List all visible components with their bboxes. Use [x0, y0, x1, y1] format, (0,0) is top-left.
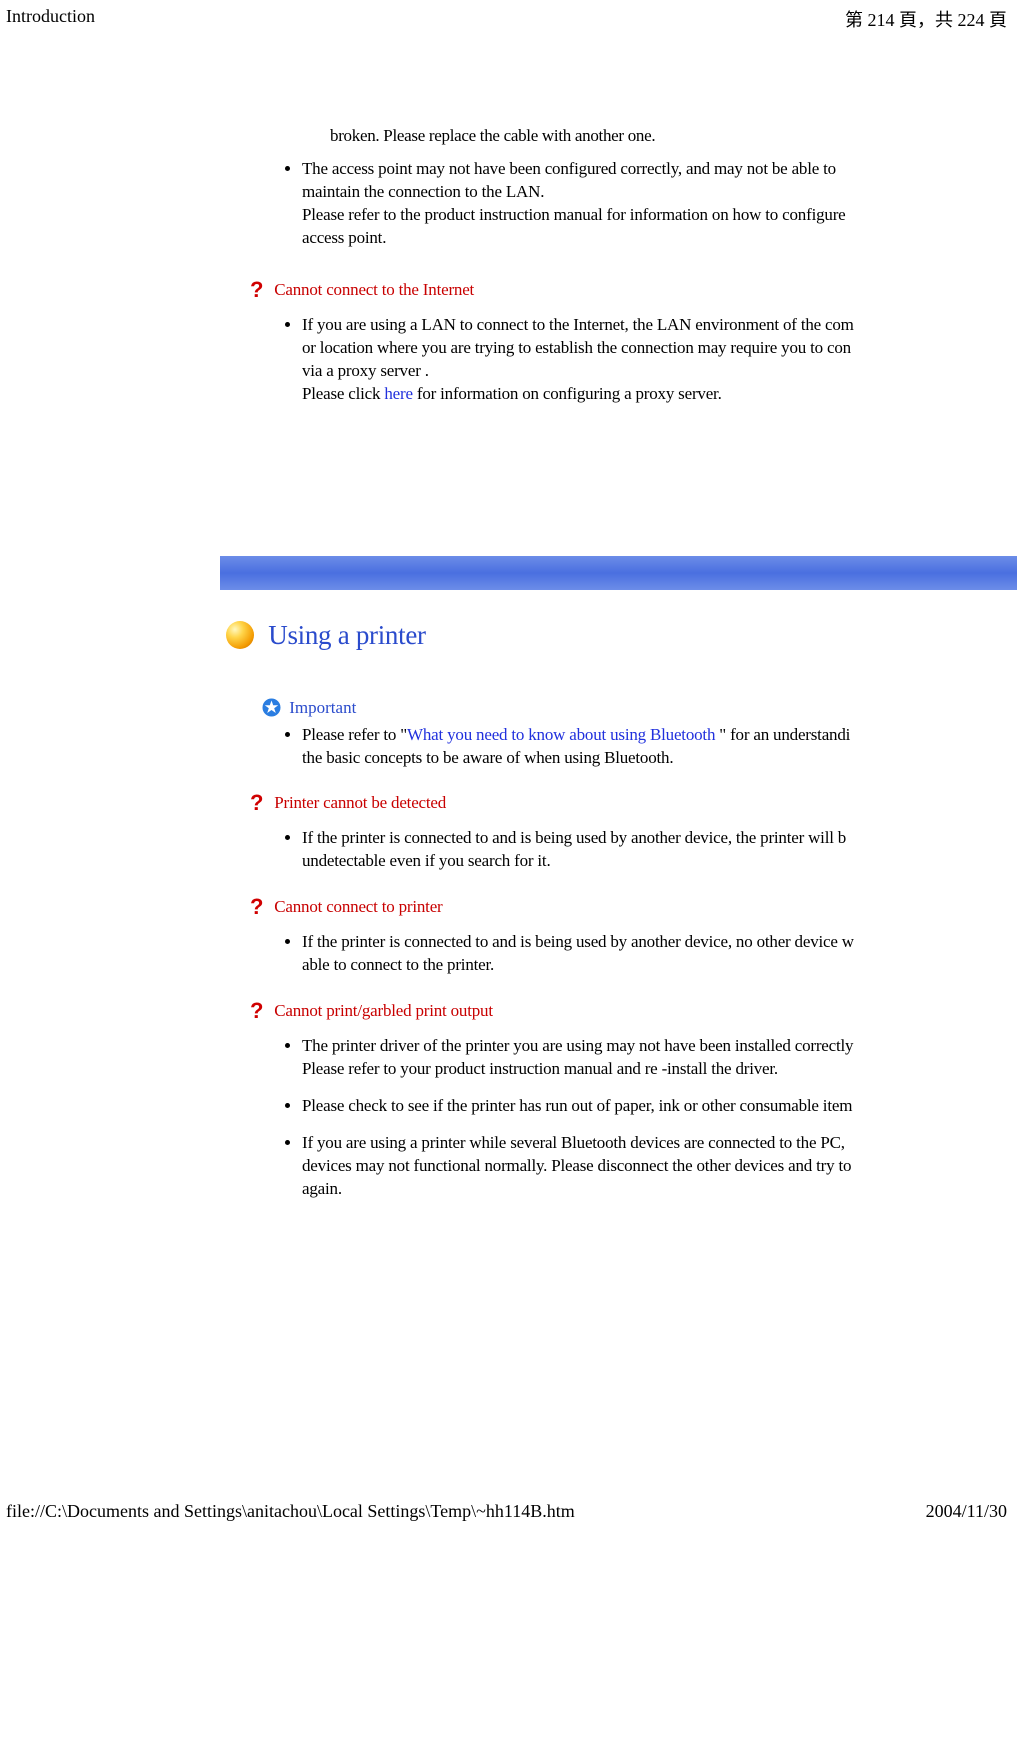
- footer-date: 2004/11/30: [926, 1501, 1007, 1522]
- svg-text:?: ?: [250, 791, 263, 815]
- question-row: ? Cannot print/garbled print output: [220, 999, 1017, 1023]
- svg-text:?: ?: [250, 278, 263, 302]
- question-mark-icon: ?: [248, 999, 266, 1023]
- text: for information on configuring a proxy s…: [413, 384, 722, 403]
- list-item: If you are using a printer while several…: [302, 1132, 1017, 1201]
- text: able to connect to the printer.: [302, 955, 494, 974]
- text: The access point may not have been confi…: [302, 159, 836, 178]
- text: the basic concepts to be aware of when u…: [302, 748, 673, 767]
- question-title: Printer cannot be detected: [274, 793, 446, 812]
- section-heading-row: Using a printer: [226, 620, 1017, 651]
- printer-connect-list: If the printer is connected to and is be…: [220, 931, 1017, 977]
- section-divider-bar: [220, 556, 1017, 590]
- page-number: 第 214 頁，共 224 頁: [845, 6, 1007, 32]
- list-item: If the printer is connected to and is be…: [302, 931, 1017, 977]
- text: access point.: [302, 228, 386, 247]
- page-header: Introduction 第 214 頁，共 224 頁: [0, 0, 1017, 36]
- text: If the printer is connected to and is be…: [302, 932, 854, 951]
- text: devices may not functional normally. Ple…: [302, 1156, 851, 1175]
- text: If you are using a printer while several…: [302, 1133, 845, 1152]
- page-footer: file://C:\Documents and Settings\anitach…: [0, 1501, 1017, 1530]
- internet-issue-list: If you are using a LAN to connect to the…: [220, 314, 1017, 406]
- lan-issue-list: The access point may not have been confi…: [220, 158, 1017, 250]
- list-item: If you are using a LAN to connect to the…: [302, 314, 1017, 406]
- content-area: broken. Please replace the cable with an…: [0, 36, 1017, 1201]
- question-title: Cannot connect to printer: [274, 897, 442, 916]
- text: Please refer to the product instruction …: [302, 205, 846, 224]
- text: again.: [302, 1179, 342, 1198]
- list-item: The access point may not have been confi…: [302, 158, 1017, 250]
- question-title: Cannot print/garbled print output: [274, 1001, 493, 1020]
- file-path: file://C:\Documents and Settings\anitach…: [6, 1501, 575, 1522]
- question-mark-icon: ?: [248, 791, 266, 815]
- truncated-prev-line: broken. Please replace the cable with an…: [220, 126, 1017, 146]
- list-item: Please check to see if the printer has r…: [302, 1095, 1017, 1118]
- list-item: Please refer to "What you need to know a…: [302, 724, 1017, 770]
- text: The printer driver of the printer you ar…: [302, 1036, 853, 1055]
- question-mark-icon: ?: [248, 895, 266, 919]
- text: Please refer to ": [302, 725, 407, 744]
- important-label: Important: [289, 698, 356, 717]
- text: Please refer to your product instruction…: [302, 1059, 778, 1078]
- svg-text:?: ?: [250, 999, 263, 1023]
- here-link[interactable]: here: [384, 384, 412, 403]
- text: maintain the connection to the LAN.: [302, 182, 544, 201]
- text: If the printer is connected to and is be…: [302, 828, 846, 847]
- doc-title: Introduction: [6, 6, 95, 27]
- bluetooth-link[interactable]: What you need to know about using Blueto…: [407, 725, 715, 744]
- printer-detect-list: If the printer is connected to and is be…: [220, 827, 1017, 873]
- list-item: The printer driver of the printer you ar…: [302, 1035, 1017, 1081]
- star-icon: [262, 698, 281, 717]
- important-row: Important: [220, 697, 1017, 718]
- svg-text:?: ?: [250, 895, 263, 919]
- sphere-bullet-icon: [226, 621, 254, 649]
- question-mark-icon: ?: [248, 278, 266, 302]
- garbled-list: The printer driver of the printer you ar…: [220, 1035, 1017, 1201]
- text: Please click: [302, 384, 384, 403]
- question-row: ? Cannot connect to the Internet: [220, 278, 1017, 302]
- text: or location where you are trying to esta…: [302, 338, 851, 357]
- text: " for an understandi: [715, 725, 850, 744]
- list-item: If the printer is connected to and is be…: [302, 827, 1017, 873]
- text: Please check to see if the printer has r…: [302, 1096, 852, 1115]
- text: via a proxy server .: [302, 361, 429, 380]
- question-row: ? Printer cannot be detected: [220, 791, 1017, 815]
- question-row: ? Cannot connect to printer: [220, 895, 1017, 919]
- question-title: Cannot connect to the Internet: [274, 280, 474, 299]
- text: undetectable even if you search for it.: [302, 851, 551, 870]
- text: If you are using a LAN to connect to the…: [302, 315, 854, 334]
- important-list: Please refer to "What you need to know a…: [220, 724, 1017, 770]
- section-title: Using a printer: [268, 620, 425, 650]
